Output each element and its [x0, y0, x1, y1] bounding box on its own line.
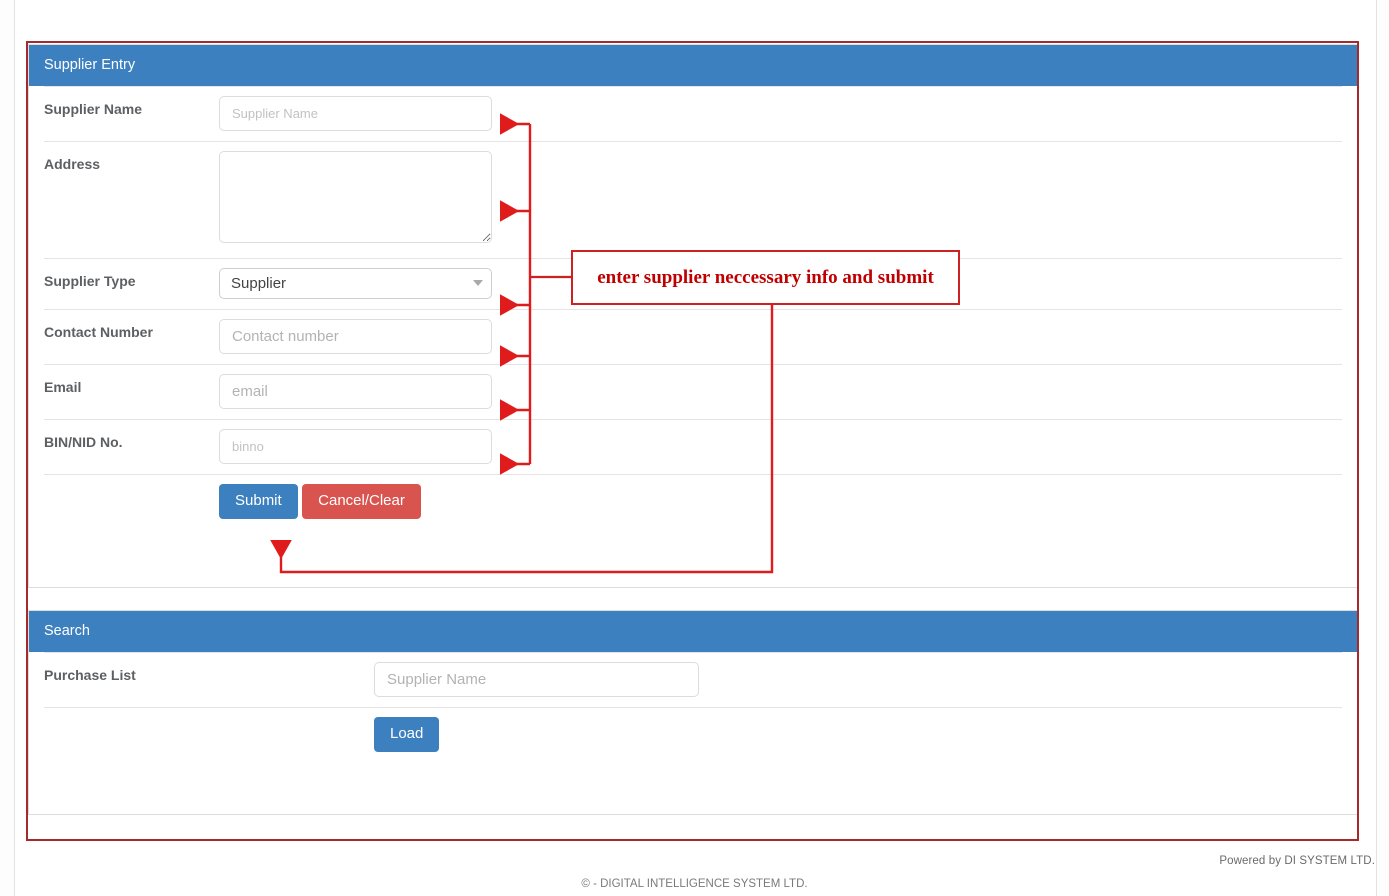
supplier-name-input[interactable]	[219, 96, 492, 131]
page-left-gutter	[0, 0, 15, 896]
bin-nid-input[interactable]	[219, 429, 492, 464]
label-bin-nid: BIN/NID No.	[44, 434, 123, 450]
label-address: Address	[44, 156, 101, 172]
email-input[interactable]	[219, 374, 492, 409]
label-search-actions-spacer	[44, 708, 374, 722]
search-body: Purchase List Load	[29, 652, 1357, 762]
label-contact-number: Contact Number	[44, 324, 153, 340]
contact-number-input[interactable]	[219, 319, 492, 354]
form-row-purchase-list: Purchase List	[44, 652, 1342, 708]
annotation-callout-text: enter supplier neccessary info and submi…	[597, 266, 934, 288]
control-wrap-search-actions: Load	[374, 708, 1342, 762]
form-row-email: Email	[44, 365, 1342, 420]
supplier-entry-panel: Supplier Entry Supplier Name Address Sup…	[28, 44, 1358, 588]
footer-copyright: © - DIGITAL INTELLIGENCE SYSTEM LTD.	[581, 878, 808, 890]
form-row-bin-nid: BIN/NID No.	[44, 420, 1342, 475]
label-email: Email	[44, 379, 82, 395]
control-wrap-bin-nid	[219, 420, 1342, 474]
label-purchase-list: Purchase List	[44, 667, 136, 683]
search-supplier-name-input[interactable]	[374, 662, 699, 697]
form-row-actions: Submit Cancel/Clear	[44, 475, 1342, 529]
search-heading: Search	[29, 611, 1357, 652]
label-supplier-name: Supplier Name	[44, 101, 143, 117]
supplier-type-select-wrap[interactable]: Supplier	[219, 268, 492, 299]
control-wrap-address	[219, 142, 1342, 258]
supplier-entry-body: Supplier Name Address Supplier Type Supp…	[29, 86, 1357, 529]
address-textarea[interactable]	[219, 151, 492, 243]
form-row-search-actions: Load	[44, 708, 1342, 762]
footer-powered-by: Powered by DI SYSTEM LTD.	[1219, 855, 1375, 867]
control-wrap-email	[219, 365, 1342, 419]
submit-button[interactable]: Submit	[219, 484, 298, 519]
search-panel: Search Purchase List Load	[28, 610, 1358, 815]
control-wrap-actions: Submit Cancel/Clear	[219, 475, 1342, 529]
page-right-gutter[interactable]	[1376, 0, 1389, 896]
form-row-supplier-name: Supplier Name	[44, 86, 1342, 142]
control-wrap-supplier-name	[219, 87, 1342, 141]
supplier-entry-heading: Supplier Entry	[29, 45, 1357, 86]
label-actions-spacer	[44, 475, 219, 489]
form-row-contact-number: Contact Number	[44, 310, 1342, 365]
supplier-type-select[interactable]: Supplier	[219, 268, 492, 299]
label-supplier-type: Supplier Type	[44, 273, 136, 289]
control-wrap-purchase-list	[374, 653, 1342, 707]
cancel-clear-button[interactable]: Cancel/Clear	[302, 484, 421, 519]
load-button[interactable]: Load	[374, 717, 440, 752]
form-row-address: Address	[44, 142, 1342, 259]
annotation-callout-box: enter supplier neccessary info and submi…	[571, 250, 960, 305]
control-wrap-contact-number	[219, 310, 1342, 364]
